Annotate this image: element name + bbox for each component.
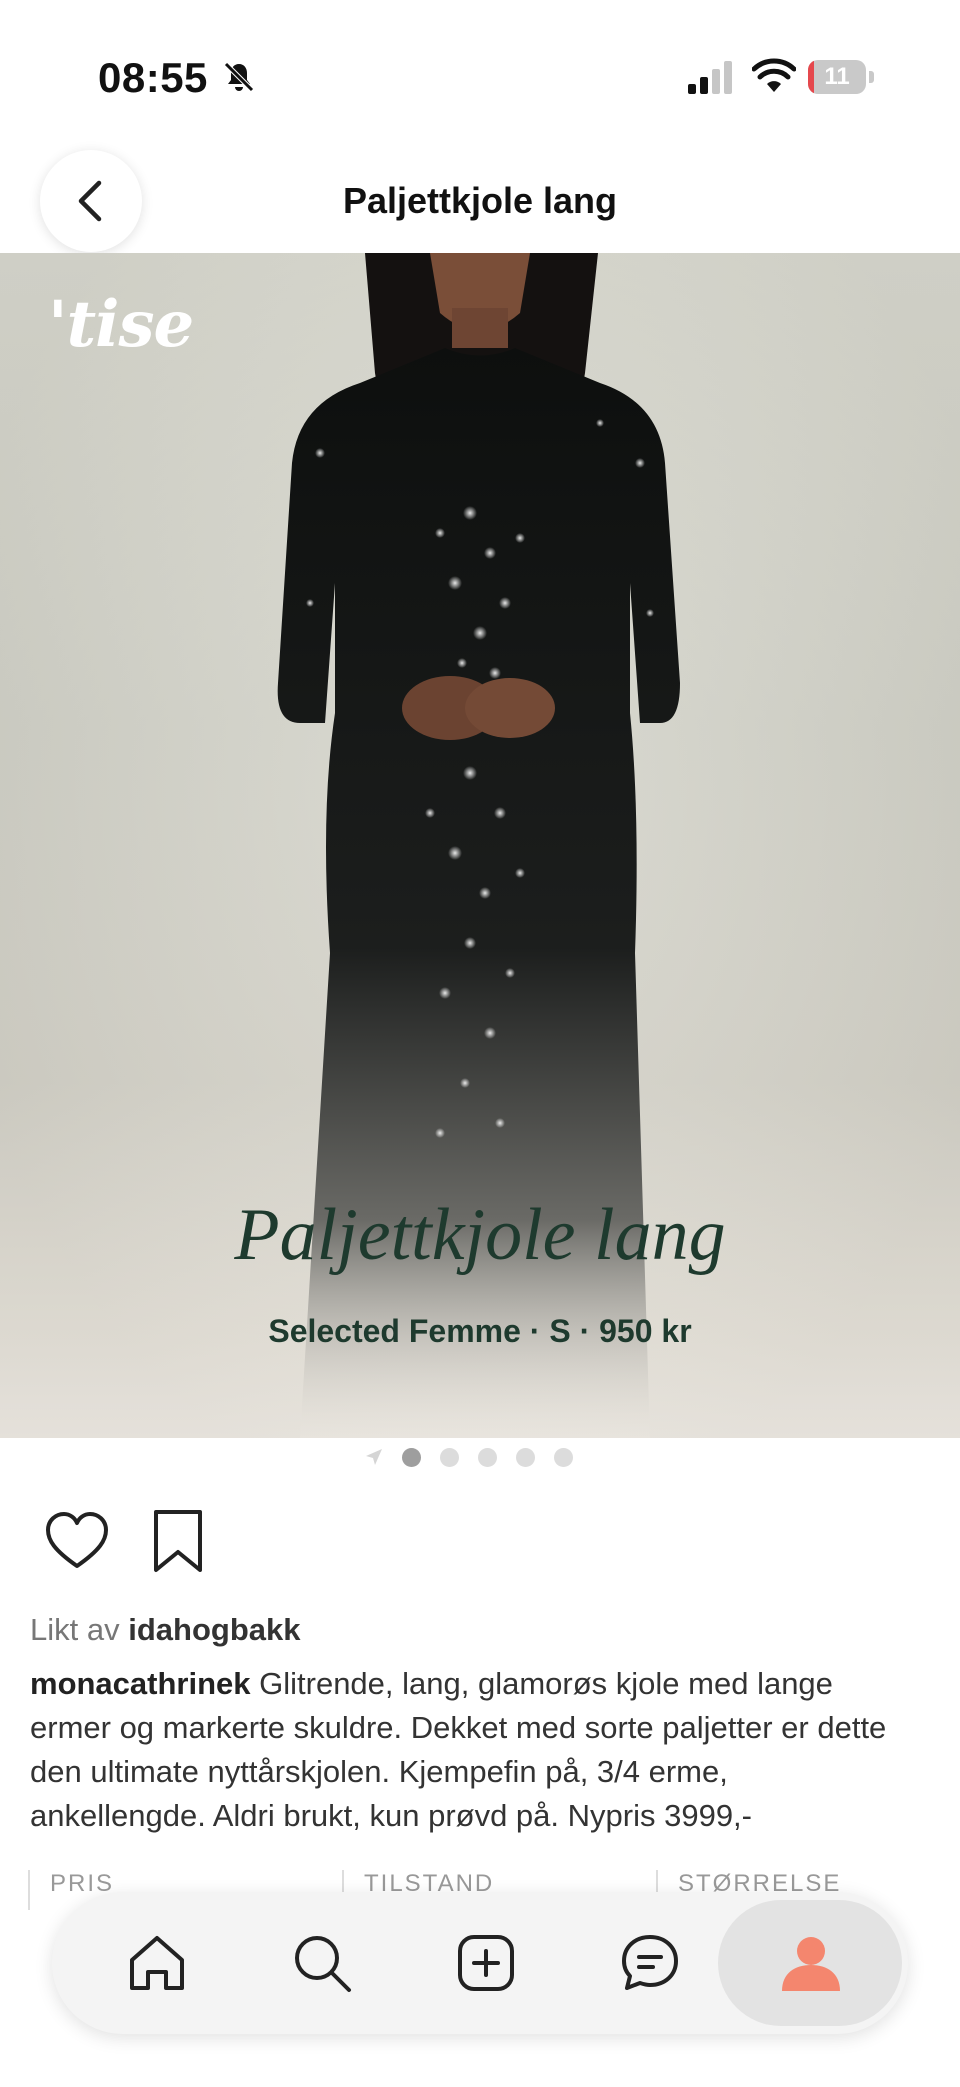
battery-icon: 11 xyxy=(808,60,874,94)
hero-subtitle: Selected Femme · S · 950 kr xyxy=(268,1313,692,1349)
heart-icon[interactable] xyxy=(44,1510,110,1572)
nav-profile[interactable] xyxy=(718,1900,902,2026)
liked-by-user[interactable]: idahogbakk xyxy=(128,1612,300,1647)
home-icon xyxy=(130,1936,184,1990)
seller-username[interactable]: monacathrinek xyxy=(30,1666,251,1701)
nav-search[interactable] xyxy=(277,1918,367,2008)
wifi-icon xyxy=(752,58,796,92)
search-icon xyxy=(295,1936,351,1992)
page-title: Paljettkjole lang xyxy=(342,180,618,221)
location-arrow-icon xyxy=(366,1449,382,1465)
liked-by-prefix: Likt av xyxy=(30,1612,120,1647)
nav-home[interactable] xyxy=(112,1918,202,2008)
carousel-dot[interactable] xyxy=(516,1447,535,1467)
product-image-carousel[interactable]: 'tise Paljettkjole lang Selected Femme ·… xyxy=(0,253,960,1438)
profile-icon xyxy=(782,1937,840,1991)
nav-messages[interactable] xyxy=(605,1918,695,2008)
carousel-dot[interactable] xyxy=(554,1447,573,1467)
messages-icon xyxy=(622,1935,678,1990)
carousel-pagination xyxy=(364,1444,573,1470)
add-icon xyxy=(458,1935,514,1991)
back-button[interactable] xyxy=(40,150,142,252)
bookmark-icon[interactable] xyxy=(150,1508,206,1574)
carousel-dot[interactable] xyxy=(402,1447,421,1467)
product-description: monacathrinek Glitrende, lang, glamorøs … xyxy=(30,1662,910,1838)
carousel-dot[interactable] xyxy=(440,1447,459,1467)
status-time: 08:55 xyxy=(98,54,208,101)
bell-muted-icon xyxy=(224,62,254,92)
bottom-navigation xyxy=(52,1892,908,2034)
tise-logo: 'tise xyxy=(48,287,194,362)
page-header: Paljettkjole lang xyxy=(0,150,960,254)
signal-icon xyxy=(688,61,732,94)
nav-add[interactable] xyxy=(441,1918,531,2008)
carousel-dot[interactable] xyxy=(478,1447,497,1467)
hero-title: Paljettkjole lang xyxy=(234,1194,726,1276)
chevron-left-icon xyxy=(78,180,102,222)
liked-by: Likt av idahogbakk xyxy=(30,1612,301,1648)
status-bar: 08:55 11 xyxy=(0,0,960,150)
battery-level-text: 11 xyxy=(824,63,850,90)
